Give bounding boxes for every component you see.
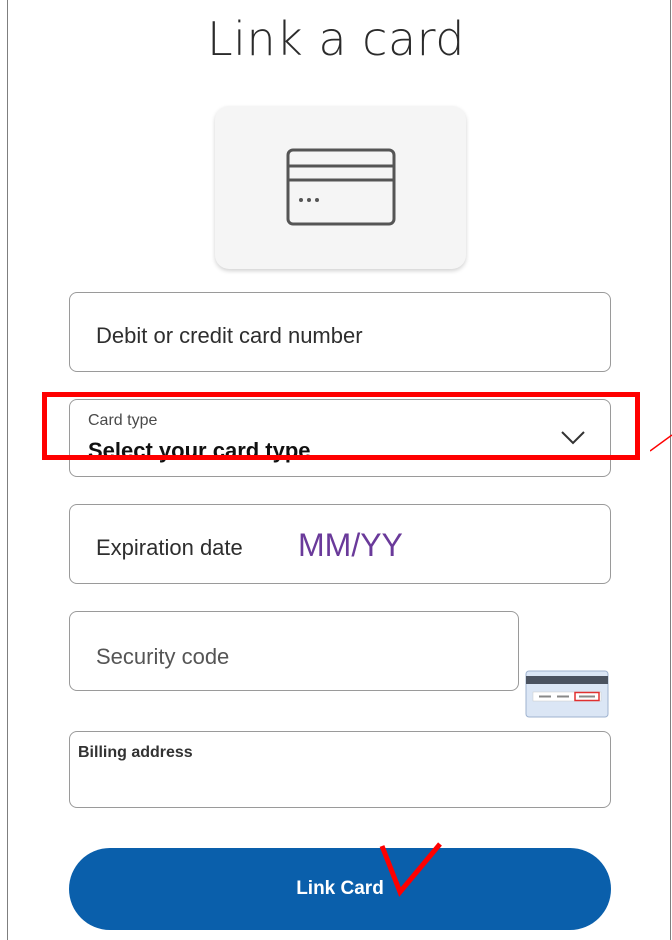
link-card-button[interactable]: Link Card bbox=[69, 848, 611, 930]
card-number-placeholder: Debit or credit card number bbox=[96, 323, 363, 348]
credit-card-icon bbox=[286, 148, 396, 226]
red-check-annotation bbox=[379, 842, 442, 897]
card-back-cvv-icon bbox=[525, 670, 609, 718]
security-code-placeholder: Security code bbox=[96, 644, 230, 669]
card-tile bbox=[215, 106, 466, 269]
expiration-format-hint: MM/YY bbox=[298, 527, 403, 563]
billing-address-label: Billing address bbox=[78, 744, 193, 761]
expiration-date-field[interactable]: Expiration date MM/YY bbox=[69, 504, 611, 584]
annotation-pointer-line bbox=[650, 434, 672, 452]
chevron-down-icon[interactable] bbox=[560, 430, 586, 446]
expiration-date-placeholder: Expiration date bbox=[96, 535, 243, 560]
card-type-label: Card type bbox=[88, 412, 158, 429]
card-number-field[interactable]: Debit or credit card number bbox=[69, 292, 611, 372]
card-type-select[interactable]: Card type Select your card type bbox=[69, 399, 611, 477]
link-card-button-label: Link Card bbox=[296, 878, 384, 899]
page-title: Link a card bbox=[207, 12, 465, 66]
security-code-field[interactable]: Security code bbox=[69, 611, 519, 691]
card-type-value: Select your card type bbox=[88, 438, 311, 463]
billing-address-field[interactable]: Billing address bbox=[69, 731, 611, 808]
